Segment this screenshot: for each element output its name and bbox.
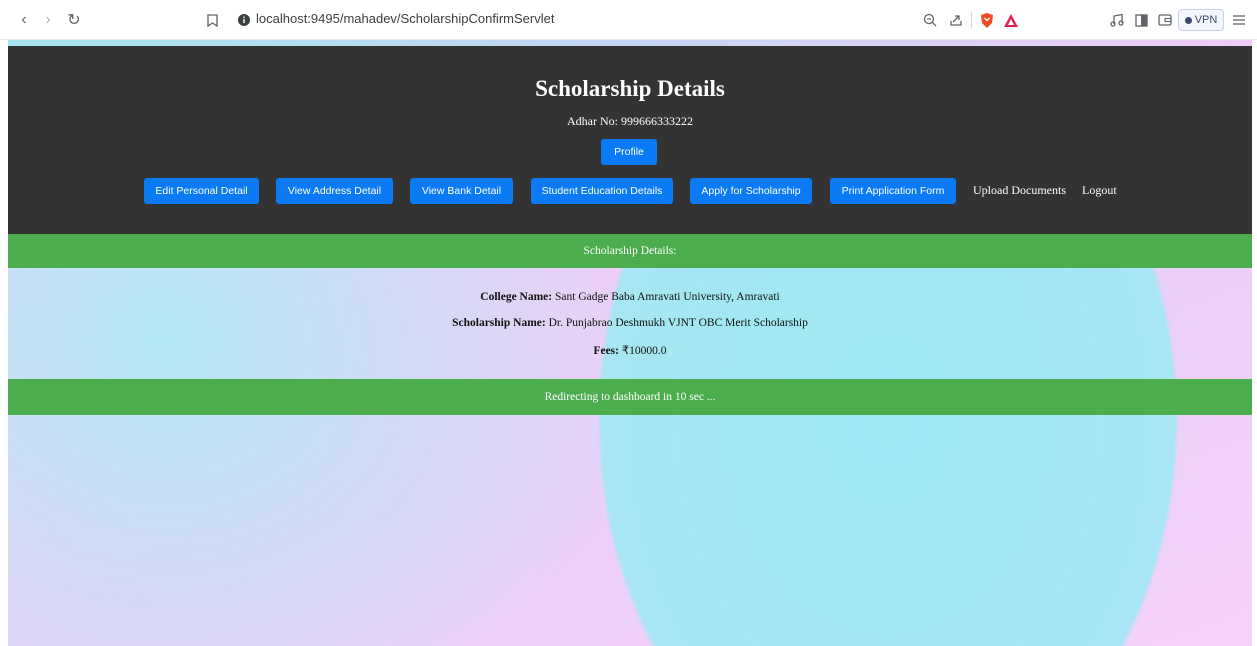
college-label: College Name:	[480, 291, 553, 303]
upload-documents-link[interactable]: Upload Documents	[973, 183, 1066, 198]
nav-row: Edit Personal Detail View Address Detail…	[8, 178, 1252, 204]
logout-link[interactable]: Logout	[1082, 183, 1117, 198]
vpn-status-icon	[1184, 16, 1192, 24]
section-heading-bar: Scholarship Details:	[8, 234, 1252, 268]
browser-toolbar: ‹ › ↻ localhost:9495/mahadev/Scholarship…	[0, 0, 1257, 40]
forward-arrow-icon[interactable]: ›	[38, 10, 58, 30]
fees-value: ₹10000.0	[618, 345, 667, 357]
fees-row: Fees: ₹10000.0	[8, 343, 1252, 357]
bookmark-icon[interactable]	[202, 10, 222, 30]
college-value: Sant Gadge Baba Amravati University, Amr…	[552, 291, 780, 303]
redirect-bar: Redirecting to dashboard in 10 sec ...	[8, 379, 1252, 415]
url-text[interactable]: localhost:9495/mahadev/ScholarshipConfir…	[256, 11, 554, 26]
fees-label: Fees:	[593, 345, 619, 357]
menu-icon[interactable]	[1229, 10, 1249, 30]
media-icon[interactable]	[1107, 10, 1127, 30]
address-bar[interactable]: localhost:9495/mahadev/ScholarshipConfir…	[196, 7, 1046, 33]
page-title: Scholarship Details	[535, 76, 725, 101]
profile-button[interactable]: Profile	[601, 139, 657, 165]
edit-personal-detail-button[interactable]: Edit Personal Detail	[144, 178, 259, 204]
back-arrow-icon[interactable]: ‹	[14, 10, 34, 30]
reload-icon[interactable]: ↻	[64, 10, 84, 30]
page-viewport: Scholarship Details Adhar No: 9996663332…	[8, 40, 1252, 646]
brave-rewards-icon[interactable]	[1001, 10, 1021, 30]
sidebar-icon[interactable]	[1131, 10, 1151, 30]
scholarship-value: Dr. Punjabrao Deshmukh VJNT OBC Merit Sc…	[545, 317, 808, 329]
page-header: Scholarship Details Adhar No: 9996663332…	[8, 46, 1252, 234]
print-application-form-button[interactable]: Print Application Form	[830, 178, 956, 204]
share-icon[interactable]	[946, 10, 966, 30]
view-bank-detail-button[interactable]: View Bank Detail	[410, 178, 513, 204]
view-address-detail-button[interactable]: View Address Detail	[276, 178, 393, 204]
section-heading: Scholarship Details:	[583, 245, 677, 257]
student-education-details-button[interactable]: Student Education Details	[531, 178, 673, 204]
redirect-message: Redirecting to dashboard in 10 sec ...	[544, 391, 716, 403]
wallet-icon[interactable]	[1155, 10, 1175, 30]
college-row: College Name: Sant Gadge Baba Amravati U…	[8, 291, 1252, 303]
apply-for-scholarship-button[interactable]: Apply for Scholarship	[690, 178, 812, 204]
vpn-button[interactable]: VPN	[1178, 9, 1224, 31]
site-info-icon[interactable]	[234, 10, 254, 30]
zoom-icon[interactable]	[920, 10, 940, 30]
scholarship-row: Scholarship Name: Dr. Punjabrao Deshmukh…	[8, 317, 1252, 329]
scholarship-label: Scholarship Name:	[452, 317, 546, 329]
brave-shield-icon[interactable]	[977, 10, 997, 30]
toolbar-divider	[971, 12, 972, 28]
vpn-label: VPN	[1194, 14, 1218, 26]
adhar-number: Adhar No: 999666333222	[567, 114, 693, 128]
